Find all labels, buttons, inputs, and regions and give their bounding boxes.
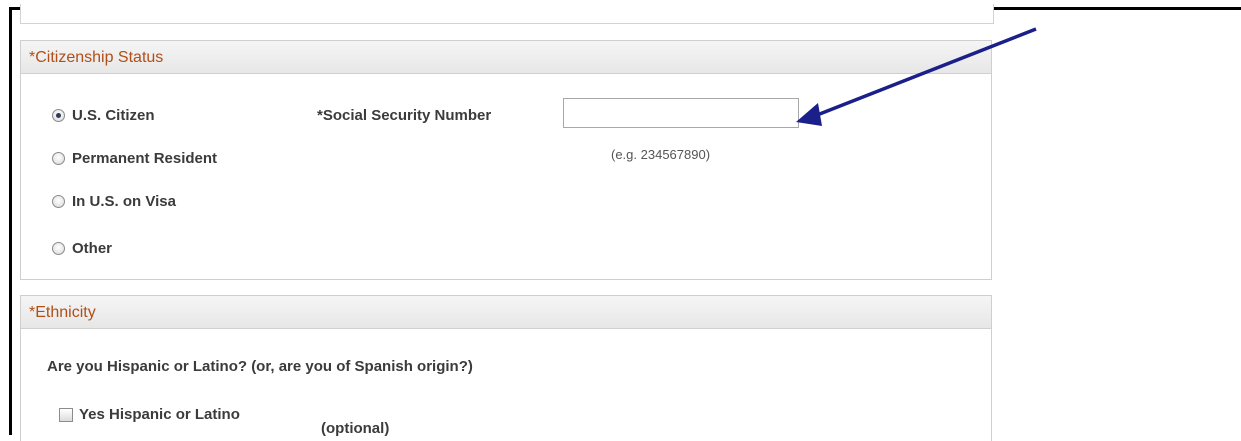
ethnicity-header: *Ethnicity <box>21 296 991 329</box>
radio-label: U.S. Citizen <box>72 107 155 124</box>
previous-section-box <box>20 4 994 24</box>
radio-label: Other <box>72 240 113 257</box>
radio-unselected-icon[interactable] <box>52 152 65 165</box>
radio-label: Permanent Resident <box>72 150 218 167</box>
checkbox-icon[interactable] <box>59 407 73 422</box>
screenshot-frame-left <box>9 7 12 435</box>
optional-note: (optional) <box>321 420 390 437</box>
checkbox-label: Yes Hispanic or Latino <box>79 406 240 423</box>
citizenship-status-header: *Citizenship Status <box>21 41 991 74</box>
ssn-label: *Social Security Number <box>317 107 492 124</box>
ethnicity-group: *Ethnicity Are you Hispanic or Latino? (… <box>20 295 992 441</box>
radio-label: In U.S. on Visa <box>72 193 176 210</box>
hispanic-question: Are you Hispanic or Latino? (or, are you… <box>47 358 473 375</box>
radio-unselected-icon[interactable] <box>52 242 65 255</box>
radio-unselected-icon[interactable] <box>52 195 65 208</box>
radio-in-us-on-visa[interactable]: In U.S. on Visa <box>52 193 176 210</box>
radio-selected-icon[interactable] <box>52 109 65 122</box>
radio-other[interactable]: Other <box>52 240 112 257</box>
radio-permanent-resident[interactable]: Permanent Resident <box>52 150 217 167</box>
ssn-hint: (e.g. 234567890) <box>611 147 711 162</box>
ssn-input[interactable] <box>563 98 799 128</box>
hispanic-checkbox-row[interactable]: Yes Hispanic or Latino <box>59 406 240 423</box>
radio-us-citizen[interactable]: U.S. Citizen <box>52 107 155 124</box>
citizenship-status-group: *Citizenship Status U.S. Citizen Permane… <box>20 40 992 280</box>
